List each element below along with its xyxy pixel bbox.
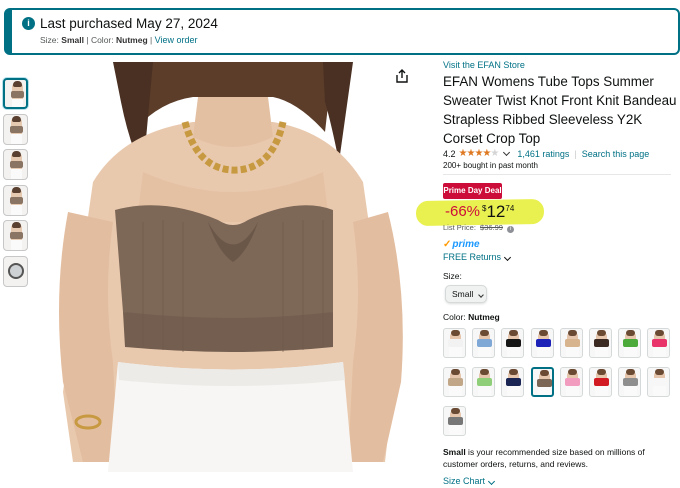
bought-in-past-month: 200+ bought in past month (443, 161, 538, 170)
main-product-image[interactable] (33, 62, 417, 472)
view-order-link[interactable]: View order (155, 35, 198, 45)
size-dropdown[interactable]: Small (445, 285, 487, 303)
thumbnail-image[interactable] (3, 220, 28, 251)
size-label: Size: (40, 35, 59, 45)
thumbnail-image[interactable] (3, 149, 28, 180)
info-icon[interactable]: i (507, 226, 515, 233)
separator: | (150, 35, 153, 45)
thumbnail-video[interactable] (3, 255, 28, 287)
size-chart-link[interactable]: Size Chart (443, 476, 496, 486)
size-label: Size: (443, 271, 462, 281)
ratings-count-link[interactable]: 1,461 ratings (517, 149, 569, 159)
size-value: Small (61, 35, 84, 45)
recommended-size: Small (443, 447, 466, 457)
last-purchased-banner: i Last purchased May 27, 2024 Size: Smal… (4, 8, 680, 55)
color-swatch[interactable] (472, 367, 496, 397)
search-this-page-link[interactable]: Search this page (582, 149, 650, 159)
recommendation-text: is your recommended size based on millio… (443, 447, 645, 469)
chevron-down-icon (487, 477, 496, 486)
color-swatch[interactable] (618, 367, 642, 397)
color-value: Nutmeg (116, 35, 148, 45)
price-currency: $ (482, 204, 487, 213)
color-label: Color: (90, 35, 114, 45)
divider (443, 174, 671, 175)
free-returns-link[interactable]: FREE Returns (443, 252, 512, 262)
prime-badge: ✓prime (443, 239, 480, 250)
color-swatch[interactable] (589, 328, 612, 358)
color-swatch[interactable] (559, 367, 583, 397)
thumbnail-strip (3, 78, 29, 291)
color-selected-value: Nutmeg (468, 312, 500, 322)
color-swatch[interactable] (443, 328, 466, 358)
prime-label: prime (452, 239, 480, 250)
color-swatch[interactable] (589, 367, 612, 397)
list-price-value: $36.99 (480, 223, 503, 232)
deal-badge: Prime Day Deal (443, 183, 502, 199)
color-swatch[interactable] (472, 328, 496, 358)
product-title: EFAN Womens Tube Tops Summer Sweater Twi… (443, 74, 677, 146)
size-recommendation: Small is your recommended size based on … (443, 447, 673, 470)
chevron-down-icon (503, 253, 512, 262)
rating-row: 4.2 ★★★★★ 1,461 ratings | Search this pa… (443, 148, 649, 159)
prime-check-icon: ✓ (443, 239, 452, 250)
color-swatch[interactable] (618, 328, 642, 358)
video-thumbnail-icon (7, 263, 24, 279)
color-swatch[interactable] (443, 367, 466, 397)
color-label-text: Color: (443, 312, 466, 322)
color-swatch[interactable] (443, 406, 466, 436)
color-swatch[interactable] (530, 367, 554, 397)
size-selected-value: Small (452, 289, 474, 299)
size-chart-label: Size Chart (443, 476, 486, 486)
thumbnail-image[interactable] (3, 184, 28, 216)
separator: | (574, 148, 577, 159)
price-whole: 12 (486, 202, 506, 221)
price: $1274 (482, 202, 514, 222)
product-photo-illustration (59, 62, 403, 472)
color-swatch[interactable] (501, 367, 525, 397)
last-purchased-title: Last purchased May 27, 2024 (40, 16, 218, 31)
color-swatch[interactable] (559, 328, 583, 358)
list-price-label: List Price: (443, 223, 476, 232)
color-swatch[interactable] (647, 367, 671, 397)
thumbnail-image[interactable] (3, 113, 28, 145)
list-price: List Price: $36.99 i (443, 223, 515, 233)
color-swatch[interactable] (647, 328, 671, 358)
free-returns-label: FREE Returns (443, 252, 502, 262)
color-swatch[interactable] (530, 328, 554, 358)
color-label: Color: Nutmeg (443, 312, 500, 322)
share-icon[interactable] (395, 68, 409, 84)
store-link[interactable]: Visit the EFAN Store (443, 60, 525, 70)
discount-percentage: -66% (445, 203, 481, 220)
thumbnail-image[interactable] (3, 78, 28, 109)
chevron-down-icon (478, 292, 485, 298)
star-rating-icon[interactable]: ★★★★★ (459, 148, 500, 159)
last-purchased-details: Size: Small | Color: Nutmeg | View order (40, 35, 197, 45)
chevron-down-icon[interactable] (503, 148, 511, 156)
rating-number: 4.2 (443, 148, 456, 159)
separator: | (86, 35, 89, 45)
info-icon: i (22, 17, 35, 30)
price-fraction: 74 (505, 204, 515, 213)
color-swatch[interactable] (501, 328, 525, 358)
